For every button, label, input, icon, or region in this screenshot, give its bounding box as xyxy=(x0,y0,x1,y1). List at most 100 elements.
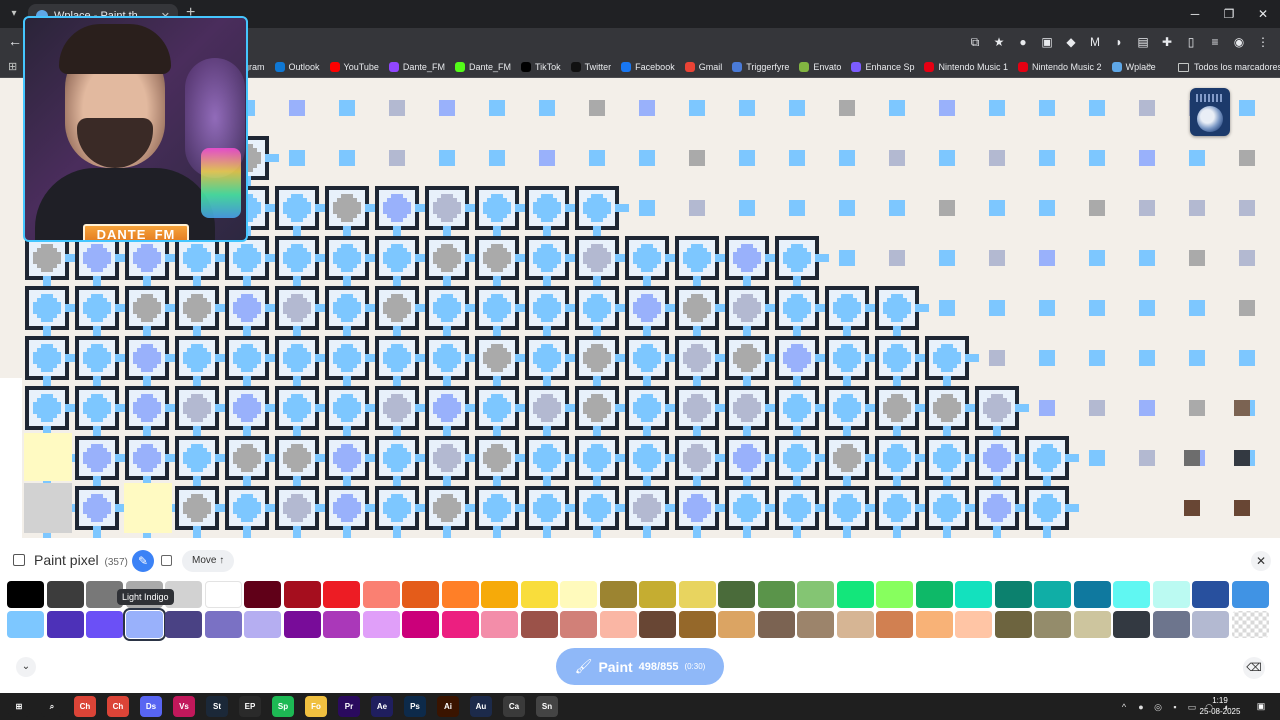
tray-app-icon[interactable]: ▪ xyxy=(1169,701,1181,713)
bookmark-item[interactable]: Twitter xyxy=(570,62,611,72)
bookmark-item[interactable]: Facebook xyxy=(621,62,675,72)
color-swatch[interactable] xyxy=(757,611,795,638)
tray-chevron-icon[interactable]: ^ xyxy=(1118,701,1130,713)
color-swatch[interactable] xyxy=(1152,581,1190,608)
color-swatch[interactable] xyxy=(323,611,360,638)
color-swatch[interactable] xyxy=(46,611,84,638)
taskbar-app-icon[interactable]: Au xyxy=(470,696,492,717)
extension-icon[interactable]: ● xyxy=(1014,33,1032,51)
color-swatch[interactable] xyxy=(283,611,321,638)
transparent-color-swatch[interactable] xyxy=(1231,611,1269,638)
extension-icon[interactable]: M xyxy=(1086,33,1104,51)
color-swatch[interactable] xyxy=(955,611,992,638)
restore-button[interactable]: ❐ xyxy=(1212,0,1246,28)
color-swatch[interactable] xyxy=(1192,581,1229,608)
profile-avatar-icon[interactable]: ◉ xyxy=(1230,33,1248,51)
taskbar-app-icon[interactable]: Ca xyxy=(503,696,525,717)
taskbar-app-icon[interactable]: Ds xyxy=(140,696,162,717)
color-swatch[interactable] xyxy=(836,581,874,608)
color-swatch[interactable] xyxy=(402,611,439,638)
taskbar-app-icon[interactable]: ⌕ xyxy=(41,696,63,717)
tab-search-icon[interactable]: ▾ xyxy=(6,6,22,22)
color-swatch[interactable] xyxy=(122,608,166,641)
color-swatch[interactable] xyxy=(1152,611,1190,638)
cast-icon[interactable]: ⧉ xyxy=(966,33,984,51)
tray-app-icon[interactable]: ● xyxy=(1135,701,1147,713)
color-swatch[interactable] xyxy=(560,611,597,638)
color-swatch[interactable] xyxy=(481,581,518,608)
color-swatch[interactable] xyxy=(402,581,439,608)
media-icon[interactable]: ≡ xyxy=(1206,33,1224,51)
color-swatch[interactable] xyxy=(1034,581,1071,608)
color-swatch[interactable] xyxy=(599,581,637,608)
color-swatch[interactable] xyxy=(1113,581,1150,608)
taskbar-app-icon[interactable]: Sn xyxy=(536,696,558,717)
color-swatch[interactable] xyxy=(323,581,360,608)
eraser-tool-icon[interactable] xyxy=(161,555,172,566)
world-map-button[interactable] xyxy=(1190,88,1230,136)
taskbar-app-icon[interactable]: Ps xyxy=(404,696,426,717)
color-swatch[interactable] xyxy=(283,581,321,608)
taskbar-app-icon[interactable]: ⊞ xyxy=(8,696,30,717)
color-swatch[interactable] xyxy=(639,581,676,608)
apps-grid-icon[interactable]: ⊞ xyxy=(8,60,22,74)
bookmark-item[interactable]: Nintendo Music 1 xyxy=(924,62,1008,72)
color-swatch[interactable] xyxy=(520,581,558,608)
color-swatch[interactable] xyxy=(639,611,676,638)
color-swatch[interactable] xyxy=(1034,611,1071,638)
color-swatch[interactable] xyxy=(362,611,400,638)
bookmark-item[interactable]: YouTube xyxy=(329,62,379,72)
all-bookmarks-button[interactable]: Todos los marcadores xyxy=(1178,56,1280,78)
color-swatch[interactable] xyxy=(757,581,795,608)
color-swatch[interactable] xyxy=(204,611,242,638)
taskbar-app-icon[interactable]: Fo xyxy=(305,696,327,717)
color-swatch[interactable] xyxy=(678,611,716,638)
minimize-button[interactable]: ─ xyxy=(1178,0,1212,28)
color-swatch[interactable] xyxy=(560,581,597,608)
pencil-icon[interactable]: ✎ xyxy=(132,550,154,572)
color-swatch[interactable] xyxy=(86,611,123,638)
sidebar-icon[interactable]: ▯ xyxy=(1182,33,1200,51)
bookmark-item[interactable]: Dante_FM xyxy=(454,62,511,72)
tray-app-icon[interactable]: ◎ xyxy=(1152,701,1164,713)
extension-icon[interactable]: ◆ xyxy=(1062,33,1080,51)
extension-icon[interactable]: ◗ xyxy=(1110,33,1128,51)
close-window-button[interactable]: ✕ xyxy=(1246,0,1280,28)
color-swatch[interactable] xyxy=(1192,611,1229,638)
system-clock[interactable]: 1:19 25-08-2025 xyxy=(1196,695,1244,717)
taskbar-app-icon[interactable]: Pr xyxy=(338,696,360,717)
bookmark-item[interactable]: Envato xyxy=(799,62,841,72)
color-swatch[interactable] xyxy=(718,611,755,638)
color-swatch[interactable] xyxy=(915,611,953,638)
notification-icon[interactable]: ▣ xyxy=(1254,699,1268,713)
color-swatch[interactable] xyxy=(876,581,913,608)
color-swatch[interactable] xyxy=(994,581,1032,608)
bookmark-item[interactable]: TikTok xyxy=(520,62,561,72)
color-swatch[interactable] xyxy=(1113,611,1150,638)
color-swatch[interactable] xyxy=(955,581,992,608)
extension-icon[interactable]: ▣ xyxy=(1038,33,1056,51)
color-swatch[interactable] xyxy=(441,581,479,608)
taskbar-app-icon[interactable]: Ch xyxy=(74,696,96,717)
puzzle-icon[interactable]: ✚ xyxy=(1158,33,1176,51)
color-swatch[interactable] xyxy=(876,611,913,638)
color-swatch[interactable] xyxy=(46,581,84,608)
color-swatch[interactable] xyxy=(1231,581,1269,608)
taskbar-app-icon[interactable]: Sp xyxy=(272,696,294,717)
taskbar-app-icon[interactable]: Ae xyxy=(371,696,393,717)
color-swatch[interactable] xyxy=(362,581,400,608)
color-swatch[interactable] xyxy=(7,581,44,608)
color-swatch[interactable] xyxy=(7,611,44,638)
back-arrow-icon[interactable]: ← xyxy=(8,34,22,48)
color-swatch[interactable] xyxy=(915,581,953,608)
more-bookmarks-icon[interactable]: » xyxy=(1146,60,1152,71)
move-button[interactable]: Move ↑ xyxy=(182,550,235,572)
bookmark-item[interactable]: Triggerfyre xyxy=(732,62,789,72)
color-swatch[interactable] xyxy=(994,611,1032,638)
bookmark-item[interactable]: Dante_FM xyxy=(388,62,445,72)
color-swatch[interactable] xyxy=(244,611,281,638)
paint-button[interactable]: 🖌 Paint 498/855 (0:30) xyxy=(556,648,724,685)
expand-icon[interactable] xyxy=(13,554,25,566)
color-swatch[interactable] xyxy=(204,581,242,608)
color-swatch[interactable] xyxy=(1073,581,1111,608)
